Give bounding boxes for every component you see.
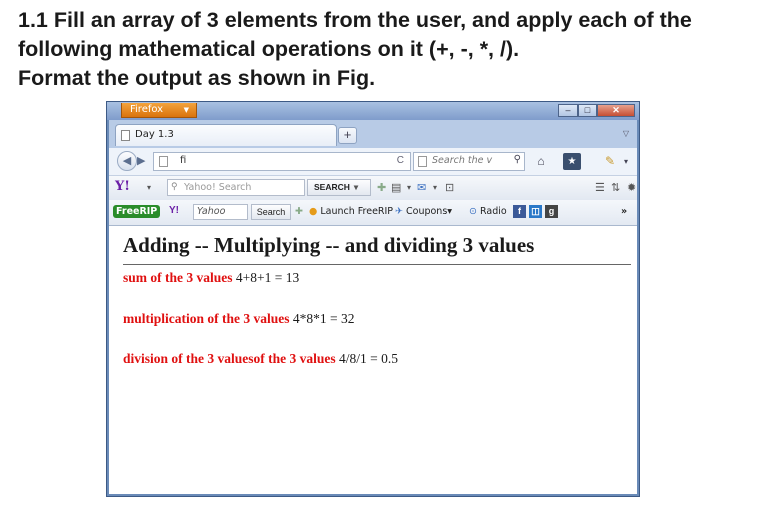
document-icon[interactable]: ▤ xyxy=(391,180,401,196)
back-button[interactable]: ◀ xyxy=(117,151,137,171)
freerip-yahoo-input[interactable]: Yahoo xyxy=(193,204,248,220)
reload-icon[interactable]: C xyxy=(397,155,404,166)
tab-strip: Day 1.3 + ▽ xyxy=(109,120,637,148)
tab-list-icon[interactable]: ▽ xyxy=(623,129,629,138)
chevron-down-icon: ▾ xyxy=(447,206,453,217)
page-heading: Adding -- Multiplying -- and dividing 3 … xyxy=(123,233,535,257)
search-engine-icon[interactable] xyxy=(418,156,427,167)
url-bar[interactable]: fi C xyxy=(153,152,411,171)
sum-label: sum of the 3 values xyxy=(123,270,233,285)
toggle-icon[interactable]: ⊡ xyxy=(445,180,454,196)
launch-freerip-label: Launch FreeRIP xyxy=(320,206,394,217)
task-line-3: Format the output as shown in Fig. xyxy=(18,66,376,90)
radio-label: Radio xyxy=(480,206,507,217)
menu-dropdown-icon[interactable]: ▾ xyxy=(621,153,631,170)
multiplication-label: multiplication of the 3 values xyxy=(123,311,290,326)
addon-icon[interactable]: ✎ xyxy=(602,153,618,170)
task-line-1: 1.1 Fill an array of 3 elements from the… xyxy=(18,8,692,32)
radio-icon: ⊙ xyxy=(469,206,477,217)
chevron-down-icon[interactable]: ▾ xyxy=(433,180,437,196)
freerip-toolbar: FreeRIP Y! Yahoo Search ✚ ● Launch FreeR… xyxy=(109,200,637,226)
forward-button[interactable]: ▶ xyxy=(137,154,145,167)
title-bar: Firefox ▼ – □ ✕ xyxy=(107,102,639,120)
coupons-label: Coupons xyxy=(406,206,448,217)
yahoo-icon[interactable]: Y! xyxy=(169,205,179,216)
page-icon xyxy=(159,156,168,167)
chevron-down-icon[interactable]: ▾ xyxy=(407,180,411,196)
stock-icon[interactable]: ⇅ xyxy=(611,180,620,196)
chevron-down-icon[interactable]: ▾ xyxy=(147,180,151,196)
list-icon[interactable]: ☰ xyxy=(595,180,605,196)
yahoo-toolbar: Y! ▾ ⚲ Yahoo! Search SEARCH ▾ ✚ ▤ ▾ ✉ ▾ ⊡… xyxy=(109,176,637,201)
home-icon[interactable]: ⌂ xyxy=(533,153,549,170)
page-content: Adding -- Multiplying -- and dividing 3 … xyxy=(109,226,637,494)
pin-icon[interactable]: ✚ xyxy=(377,180,386,196)
navigation-bar: ◀ ▶ fi C Search the v ⚲ ⌂ ★ ✎ ▾ xyxy=(109,148,637,176)
divider xyxy=(123,264,631,265)
freerip-yahoo-label: Yahoo xyxy=(197,206,226,217)
search-icon[interactable]: ⚲ xyxy=(514,154,521,165)
close-button[interactable]: ✕ xyxy=(597,104,635,117)
coupon-icon: ✈ xyxy=(395,206,403,217)
mail-icon[interactable]: ✉ xyxy=(417,180,426,196)
settings-icon[interactable]: ✹ xyxy=(627,180,636,196)
overflow-chevron-icon[interactable]: » xyxy=(621,206,627,217)
freerip-search-button[interactable]: Search xyxy=(251,204,291,220)
url-text: fi xyxy=(180,155,187,166)
yahoo-search-button[interactable]: SEARCH ▾ xyxy=(307,179,371,196)
chevron-down-icon: ▾ xyxy=(353,182,359,192)
tab-label: Day 1.3 xyxy=(135,129,174,140)
division-line: division of the 3 valuesof the 3 values … xyxy=(123,351,398,367)
division-value: 4/8/1 = 0.5 xyxy=(339,351,399,366)
search-placeholder: Search the v xyxy=(432,155,493,166)
minimize-button[interactable]: – xyxy=(558,104,578,117)
pin-icon[interactable]: ✚ xyxy=(295,206,303,217)
task-line-2: following mathematical operations on it … xyxy=(18,37,520,61)
search-bar[interactable]: Search the v ⚲ xyxy=(413,152,525,171)
facebook-icon[interactable]: f xyxy=(513,205,526,218)
radio-button[interactable]: ⊙ Radio xyxy=(469,206,507,217)
bookmark-icon[interactable]: ◫ xyxy=(529,205,542,218)
search-icon: ⚲ xyxy=(171,181,178,191)
chevron-down-icon: ▼ xyxy=(183,106,189,114)
firefox-menu-button[interactable]: Firefox ▼ xyxy=(121,103,197,118)
task-description: 1.1 Fill an array of 3 elements from the… xyxy=(18,6,758,93)
coupons-button[interactable]: ✈ Coupons▾ xyxy=(395,206,452,217)
gplus-icon[interactable]: g xyxy=(545,205,558,218)
browser-window: Firefox ▼ – □ ✕ Day 1.3 + ▽ ◀ ▶ fi C Sea… xyxy=(106,101,640,497)
new-tab-button[interactable]: + xyxy=(338,127,357,144)
division-label: division of the 3 valuesof the 3 values xyxy=(123,351,336,366)
sum-line: sum of the 3 values 4+8+1 = 13 xyxy=(123,270,299,286)
yahoo-search-placeholder: Yahoo! Search xyxy=(184,182,252,193)
yahoo-search-input[interactable]: ⚲ Yahoo! Search xyxy=(167,179,305,196)
launch-freerip-button[interactable]: ● Launch FreeRIP xyxy=(309,206,393,217)
yahoo-logo-icon[interactable]: Y! xyxy=(115,179,130,194)
bookmarks-icon[interactable]: ★ xyxy=(563,153,581,170)
multiplication-value: 4*8*1 = 32 xyxy=(292,311,355,326)
firefox-menu-label: Firefox xyxy=(130,104,164,115)
page-icon xyxy=(121,130,130,141)
yahoo-search-label: SEARCH xyxy=(314,182,350,192)
freerip-logo[interactable]: FreeRIP xyxy=(113,205,161,218)
maximize-button[interactable]: □ xyxy=(578,104,597,117)
multiplication-line: multiplication of the 3 values 4*8*1 = 3… xyxy=(123,311,355,327)
launch-icon: ● xyxy=(309,206,318,217)
sum-value: 4+8+1 = 13 xyxy=(235,270,300,285)
tab-day-1-3[interactable]: Day 1.3 xyxy=(115,124,337,146)
